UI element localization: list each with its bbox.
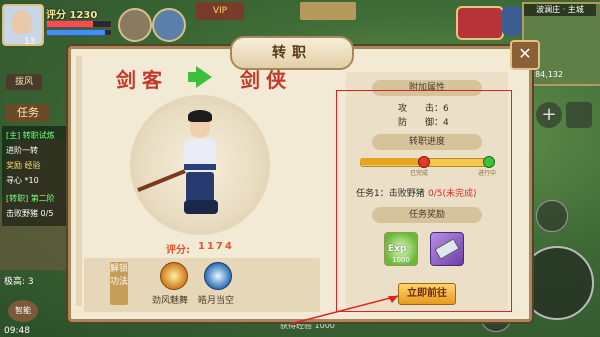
quest-line[interactable]: [转职] 第二阶 bbox=[6, 193, 55, 204]
auto-play-button[interactable]: 智能 bbox=[8, 300, 38, 322]
hp-bar-fill bbox=[47, 21, 94, 27]
gift-icon[interactable] bbox=[456, 6, 504, 40]
player-score: 评分 1230 bbox=[46, 10, 98, 21]
vip-badge[interactable]: VIP bbox=[196, 2, 244, 20]
close-icon[interactable]: ✕ bbox=[510, 40, 540, 70]
annotation-highlight-box bbox=[336, 90, 512, 312]
annotation-arrow-icon bbox=[290, 295, 399, 325]
character-legs bbox=[186, 172, 214, 202]
wind-skill-icon[interactable] bbox=[160, 262, 188, 290]
quest-tab-tasks[interactable]: 任务 bbox=[6, 104, 50, 122]
character-belt bbox=[184, 164, 216, 170]
mail-icon[interactable] bbox=[502, 6, 522, 36]
hp-bar bbox=[46, 20, 112, 28]
quest-line: 击败野猪 0/5 bbox=[6, 209, 54, 218]
quest-tab-secondary[interactable]: 拔风 bbox=[6, 74, 42, 90]
kill-count: 极高: 3 bbox=[4, 277, 34, 287]
mp-bar bbox=[46, 29, 112, 36]
moon-skill-icon[interactable] bbox=[204, 262, 232, 290]
quest-line: 奖励 经验 bbox=[6, 161, 41, 170]
character-feet bbox=[184, 200, 218, 214]
power-value: 1174 bbox=[198, 241, 234, 252]
class-from: 剑客 bbox=[116, 68, 168, 92]
class-to: 剑侠 bbox=[240, 68, 292, 92]
pet-icon[interactable] bbox=[152, 8, 186, 42]
buff-icon[interactable] bbox=[118, 8, 152, 42]
minimap-title: 波澜庄 · 主城 bbox=[524, 4, 596, 16]
quest-line[interactable]: [主] 转职试炼 bbox=[6, 130, 55, 141]
grid-menu-icon[interactable] bbox=[566, 102, 592, 128]
avatar-face-icon bbox=[12, 10, 32, 34]
unlock-skills-tag: 解锁功法 bbox=[110, 262, 128, 305]
skill-name: 皓月当空 bbox=[198, 296, 235, 306]
mp-bar-fill bbox=[47, 30, 105, 35]
minimap-coordinates: 284,132 bbox=[530, 70, 564, 79]
power-label: 评分: bbox=[166, 245, 190, 256]
event-banner[interactable] bbox=[300, 2, 356, 20]
skill-button[interactable] bbox=[536, 200, 568, 232]
expand-menu-button[interactable]: + bbox=[536, 102, 562, 128]
dialog-decoration bbox=[76, 56, 82, 306]
character-hair bbox=[188, 110, 212, 122]
arrow-right-icon bbox=[196, 66, 212, 88]
quest-line: 寻心 *10 bbox=[6, 176, 39, 185]
skill-name: 劲风魅舞 bbox=[152, 296, 189, 306]
clock: 09:48 bbox=[4, 326, 30, 336]
player-level: 13 bbox=[24, 37, 36, 47]
quest-line: 进阶一转 bbox=[6, 146, 38, 155]
